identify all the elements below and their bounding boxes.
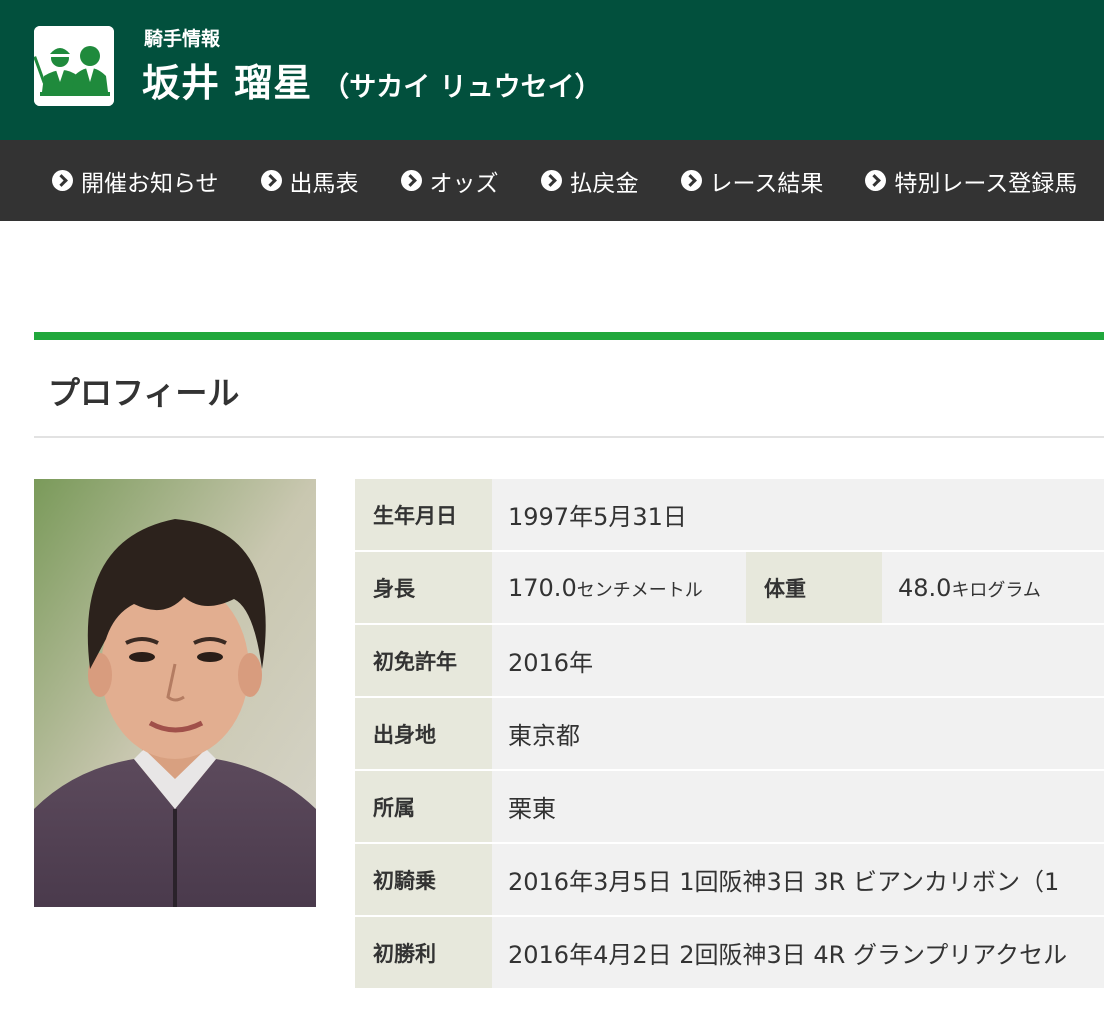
value-weight: 48.0キログラム <box>882 551 1104 625</box>
circle-chevron-right-icon <box>680 170 702 191</box>
nav-item-label: 開催お知らせ <box>81 170 219 197</box>
value-license-year: 2016年 <box>492 624 1104 698</box>
height-number: 170.0 <box>508 573 577 602</box>
page-title: 坂井 瑠星 （サカイ リュウセイ） <box>142 52 602 107</box>
nav-item-odds[interactable]: オッズ <box>400 164 499 198</box>
label-weight: 体重 <box>746 551 882 625</box>
table-row: 出身地 東京都 <box>355 697 1104 771</box>
table-row: 身長 170.0センチメートル 体重 48.0キログラム <box>355 551 1104 625</box>
section-title-profile: プロフィール <box>48 374 240 412</box>
value-first-ride: 2016年3月5日 1回阪神3日 3R ビアンカリボン（1 <box>492 843 1104 917</box>
label-first-win: 初勝利 <box>355 916 492 990</box>
jockey-name-kana: （サカイ リュウセイ） <box>322 72 602 103</box>
section-divider <box>34 436 1104 438</box>
nav-item-label: レース結果 <box>709 170 824 197</box>
value-birthday: 1997年5月31日 <box>492 479 1104 552</box>
circle-chevron-right-icon <box>52 170 73 191</box>
table-row: 初免許年 2016年 <box>355 624 1104 698</box>
profile-table: 生年月日 1997年5月31日 身長 170.0センチメートル 体重 48.0キ… <box>355 479 1104 990</box>
height-unit: センチメートル <box>576 579 703 601</box>
label-first-ride: 初騎乗 <box>355 843 492 917</box>
value-first-win: 2016年4月2日 2回阪神3日 4R グランプリアクセル <box>492 916 1104 990</box>
table-row: 初勝利 2016年4月2日 2回阪神3日 4R グランプリアクセル <box>355 916 1104 990</box>
nav-item-label: 払戻金 <box>569 170 639 197</box>
table-row: 初騎乗 2016年3月5日 1回阪神3日 3R ビアンカリボン（1 <box>355 843 1104 917</box>
label-birthday: 生年月日 <box>355 479 492 552</box>
circle-chevron-right-icon <box>260 170 282 191</box>
nav-item-announcements[interactable]: 開催お知らせ <box>52 164 219 198</box>
circle-chevron-right-icon <box>865 170 887 191</box>
jockey-name: 坂井 瑠星 <box>142 61 313 105</box>
nav-item-label: オッズ <box>429 170 499 197</box>
value-birthplace: 東京都 <box>492 697 1104 771</box>
value-affiliation: 栗東 <box>492 770 1104 844</box>
label-height: 身長 <box>355 551 492 625</box>
label-birthplace: 出身地 <box>355 697 492 771</box>
circle-chevron-right-icon <box>400 170 422 191</box>
value-height: 170.0センチメートル <box>492 551 746 625</box>
table-row: 生年月日 1997年5月31日 <box>355 479 1104 552</box>
nav-item-special-race-entries[interactable]: 特別レース登録馬 <box>865 164 1077 198</box>
nav-item-entries[interactable]: 出馬表 <box>260 164 359 198</box>
section-accent-rule <box>34 332 1104 340</box>
table-row: 所属 栗東 <box>355 770 1104 844</box>
jockey-photo <box>34 479 316 907</box>
page-header: 騎手情報 坂井 瑠星 （サカイ リュウセイ） <box>0 0 1104 140</box>
nav-item-payouts[interactable]: 払戻金 <box>540 164 639 198</box>
weight-unit: キログラム <box>951 579 1041 601</box>
nav-item-label: 特別レース登録馬 <box>894 170 1078 197</box>
weight-number: 48.0 <box>898 573 952 602</box>
nav-item-results[interactable]: レース結果 <box>680 164 824 198</box>
main-nav: 開催お知らせ 出馬表 オッズ 払戻金 レース結果 特別レース登録馬 <box>0 140 1104 221</box>
header-section-label: 騎手情報 <box>144 28 221 50</box>
label-affiliation: 所属 <box>355 770 492 844</box>
label-license-year: 初免許年 <box>355 624 492 698</box>
jockey-trainer-icon <box>34 26 114 106</box>
nav-item-label: 出馬表 <box>289 170 359 197</box>
circle-chevron-right-icon <box>540 170 562 191</box>
